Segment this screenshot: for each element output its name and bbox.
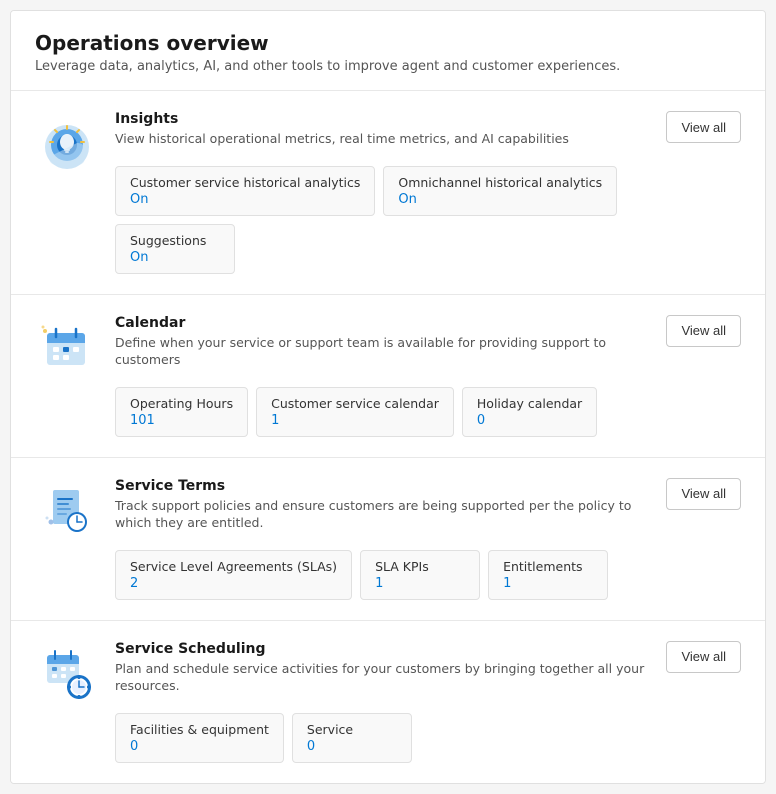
calendar-icon — [35, 315, 99, 379]
card-operating-hours[interactable]: Operating Hours 101 — [115, 387, 248, 437]
card-facilities-value: 0 — [130, 739, 269, 754]
card-entitlements-label: Entitlements — [503, 559, 593, 574]
card-operating-hours-label: Operating Hours — [130, 396, 233, 411]
card-omnichannel-historical-value: On — [398, 192, 602, 207]
service-terms-body: Service Terms Track support policies and… — [115, 478, 741, 600]
service-scheduling-cards-row: Facilities & equipment 0 Service 0 — [115, 713, 741, 763]
service-scheduling-view-all-button[interactable]: View all — [666, 641, 741, 673]
calendar-cards-row: Operating Hours 101 Customer service cal… — [115, 387, 741, 437]
card-sla[interactable]: Service Level Agreements (SLAs) 2 — [115, 550, 352, 600]
service-terms-title: Service Terms — [115, 478, 666, 494]
card-suggestions-label: Suggestions — [130, 233, 220, 248]
page-container: Operations overview Leverage data, analy… — [10, 10, 766, 784]
service-scheduling-desc: Plan and schedule service activities for… — [115, 660, 666, 695]
card-service[interactable]: Service 0 — [292, 713, 412, 763]
page-title: Operations overview — [35, 31, 741, 55]
calendar-title: Calendar — [115, 315, 666, 331]
card-cs-calendar[interactable]: Customer service calendar 1 — [256, 387, 454, 437]
card-holiday-calendar[interactable]: Holiday calendar 0 — [462, 387, 597, 437]
card-sla-kpis[interactable]: SLA KPIs 1 — [360, 550, 480, 600]
card-holiday-calendar-label: Holiday calendar — [477, 396, 582, 411]
card-cs-historical-label: Customer service historical analytics — [130, 175, 360, 190]
service-scheduling-body: Service Scheduling Plan and schedule ser… — [115, 641, 741, 763]
service-scheduling-icon — [35, 641, 99, 705]
insights-body: Insights View historical operational met… — [115, 111, 741, 274]
insights-view-all-button[interactable]: View all — [666, 111, 741, 143]
card-sla-kpis-value: 1 — [375, 576, 465, 591]
service-scheduling-title: Service Scheduling — [115, 641, 666, 657]
calendar-body: Calendar Define when your service or sup… — [115, 315, 741, 437]
insights-cards-row: Customer service historical analytics On… — [115, 166, 741, 274]
service-terms-desc: Track support policies and ensure custom… — [115, 497, 666, 532]
card-cs-calendar-label: Customer service calendar — [271, 396, 439, 411]
insights-title: Insights — [115, 111, 569, 127]
card-sla-label: Service Level Agreements (SLAs) — [130, 559, 337, 574]
card-cs-historical[interactable]: Customer service historical analytics On — [115, 166, 375, 216]
card-entitlements-value: 1 — [503, 576, 593, 591]
card-sla-kpis-label: SLA KPIs — [375, 559, 465, 574]
calendar-desc: Define when your service or support team… — [115, 334, 666, 369]
card-holiday-calendar-value: 0 — [477, 413, 582, 428]
service-terms-cards-row: Service Level Agreements (SLAs) 2 SLA KP… — [115, 550, 741, 600]
insights-icon — [35, 111, 99, 175]
section-service-scheduling: Service Scheduling Plan and schedule ser… — [11, 621, 765, 783]
card-omnichannel-historical[interactable]: Omnichannel historical analytics On — [383, 166, 617, 216]
section-insights: Insights View historical operational met… — [11, 91, 765, 295]
card-service-label: Service — [307, 722, 397, 737]
service-terms-view-all-button[interactable]: View all — [666, 478, 741, 510]
section-service-terms: Service Terms Track support policies and… — [11, 458, 765, 621]
card-omnichannel-historical-label: Omnichannel historical analytics — [398, 175, 602, 190]
card-cs-historical-value: On — [130, 192, 360, 207]
card-sla-value: 2 — [130, 576, 337, 591]
page-header: Operations overview Leverage data, analy… — [11, 11, 765, 91]
insights-desc: View historical operational metrics, rea… — [115, 130, 569, 148]
card-entitlements[interactable]: Entitlements 1 — [488, 550, 608, 600]
section-calendar: Calendar Define when your service or sup… — [11, 295, 765, 458]
card-facilities-label: Facilities & equipment — [130, 722, 269, 737]
page-subtitle: Leverage data, analytics, AI, and other … — [35, 59, 741, 74]
card-facilities[interactable]: Facilities & equipment 0 — [115, 713, 284, 763]
calendar-view-all-button[interactable]: View all — [666, 315, 741, 347]
card-suggestions[interactable]: Suggestions On — [115, 224, 235, 274]
service-terms-icon — [35, 478, 99, 542]
card-suggestions-value: On — [130, 250, 220, 265]
card-service-value: 0 — [307, 739, 397, 754]
card-cs-calendar-value: 1 — [271, 413, 439, 428]
card-operating-hours-value: 101 — [130, 413, 233, 428]
